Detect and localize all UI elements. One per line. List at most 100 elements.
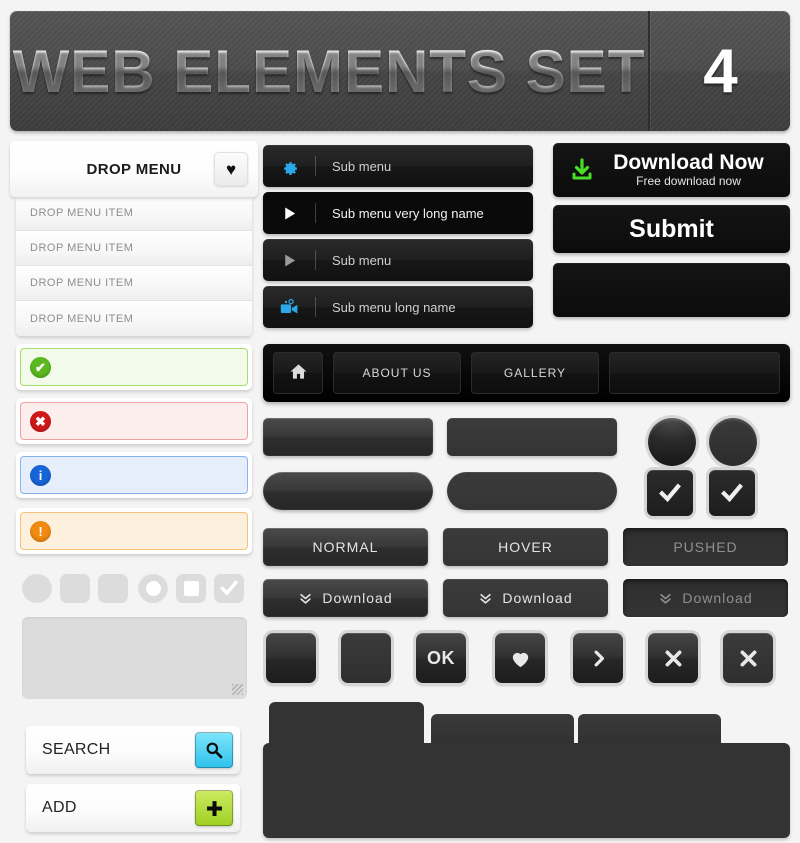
alert-error-body: ✖ — [20, 402, 248, 440]
form-control-radio-unchecked[interactable] — [138, 573, 168, 603]
drop-menu-item[interactable]: DROP MENU ITEM — [16, 301, 252, 336]
download-button-pushed-label: Download — [682, 590, 753, 606]
sub-menu-label: Sub menu very long name — [332, 205, 484, 221]
drop-menu-item[interactable]: DROP MENU ITEM — [16, 266, 252, 301]
drop-menu-list: DROP MENU ITEM DROP MENU ITEM DROP MENU IT… — [16, 196, 252, 336]
round-button-glossy[interactable] — [648, 418, 696, 466]
drop-menu-item-label: DROP MENU ITEM — [30, 242, 134, 254]
empty-button-rect-small[interactable] — [263, 418, 433, 456]
checkmark-icon — [219, 580, 239, 596]
heart-icon — [512, 652, 528, 667]
nav-item-empty[interactable] — [609, 352, 780, 394]
sub-menu-item[interactable]: Sub menu — [263, 145, 533, 187]
form-control-checkbox-checked[interactable] — [214, 573, 244, 603]
add-field[interactable]: ADD — [26, 784, 240, 832]
submit-button-label: Submit — [629, 214, 714, 243]
alert-icon-glyph: ! — [38, 523, 43, 539]
search-field-label: SEARCH — [42, 741, 111, 758]
download-subtitle: Free download now — [636, 174, 741, 189]
empty-button-rect-large[interactable] — [447, 418, 617, 456]
ok-label: OK — [427, 647, 455, 668]
download-now-button[interactable]: Download Now Free download now — [553, 143, 790, 197]
resize-handle-icon[interactable] — [232, 684, 243, 695]
state-button-normal[interactable]: NORMAL — [263, 528, 428, 566]
alert-info-body: i — [20, 456, 248, 494]
submit-button[interactable]: Submit — [553, 205, 790, 253]
x-circle-icon: ✖ — [30, 410, 51, 432]
set-number-badge: 4 — [703, 36, 738, 106]
check-button-1[interactable] — [647, 470, 693, 516]
empty-button-pill-large[interactable] — [447, 472, 617, 510]
alert-success: ✔ — [16, 344, 252, 390]
alert-info: i — [16, 452, 252, 498]
header-banner: WEB ELEMENTS SET 4 — [10, 11, 790, 131]
nav-item-about-us[interactable]: ABOUT US — [333, 352, 461, 394]
tab-item-1[interactable] — [269, 702, 424, 746]
alert-icon-glyph: ✔ — [35, 359, 46, 375]
sub-menu-item[interactable]: Sub menu very long name — [263, 192, 533, 234]
heart-icon: ♥ — [225, 159, 237, 179]
icon-button-close-x-icon[interactable] — [723, 633, 773, 683]
form-control-rounded-square-2[interactable] — [98, 573, 128, 603]
checkmark-icon — [721, 483, 743, 503]
video-camera-icon — [263, 298, 315, 317]
alert-icon-glyph: i — [38, 467, 43, 483]
icon-button-blank-icon[interactable] — [341, 633, 391, 683]
form-control-checkbox-unchecked[interactable] — [176, 573, 206, 603]
search-field[interactable]: SEARCH — [26, 726, 240, 774]
download-button-hover[interactable]: Download — [443, 579, 608, 617]
drop-menu-item[interactable]: DROP MENU ITEM — [16, 231, 252, 266]
add-field-label: ADD — [42, 799, 77, 816]
nav-item-home[interactable] — [273, 352, 323, 394]
plus-icon — [206, 800, 222, 816]
icon-button-heart-icon[interactable] — [495, 633, 545, 683]
download-button-pushed[interactable]: Download — [623, 579, 788, 617]
empty-button-pill-small[interactable] — [263, 472, 433, 510]
download-button-normal[interactable]: Download — [263, 579, 428, 617]
icon-button-blank-icon[interactable] — [266, 633, 316, 683]
state-button-pushed-label: PUSHED — [673, 539, 738, 555]
textarea-input[interactable] — [22, 617, 247, 699]
alert-warning: ! — [16, 508, 252, 554]
form-control-radio-circle[interactable] — [22, 573, 52, 603]
add-button[interactable] — [195, 790, 233, 826]
checkbox-inner-box — [183, 580, 199, 596]
icon-button-chevron-right-icon[interactable] — [573, 633, 623, 683]
state-button-hover[interactable]: HOVER — [443, 528, 608, 566]
tab-item-2[interactable] — [431, 714, 574, 746]
form-control-rounded-square-1[interactable] — [60, 573, 90, 603]
nav-item-gallery-label: GALLERY — [503, 366, 567, 380]
round-button-matte[interactable] — [709, 418, 757, 466]
drop-menu-item[interactable]: DROP MENU ITEM — [16, 196, 252, 231]
state-button-pushed[interactable]: PUSHED — [623, 528, 788, 566]
download-title: Download Now — [613, 150, 764, 174]
icon-button-ok-text-icon[interactable]: OK — [416, 633, 466, 683]
sub-menu-label: Sub menu — [332, 252, 392, 268]
sub-menu-label: Sub menu long name — [332, 299, 456, 315]
sub-menu-item[interactable]: Sub menu long name — [263, 286, 533, 328]
chevron-right-icon — [594, 650, 604, 666]
close-x-icon — [665, 650, 681, 666]
sub-menu-label: Sub menu — [332, 158, 392, 174]
tab-panel — [263, 700, 790, 838]
search-button[interactable] — [195, 732, 233, 768]
icon-button-close-x-icon[interactable] — [648, 633, 698, 683]
nav-item-gallery[interactable]: GALLERY — [471, 352, 599, 394]
checkmark-icon — [659, 483, 681, 503]
search-icon — [206, 742, 223, 759]
drop-menu-toggle-button[interactable]: ♥ — [214, 152, 248, 186]
drop-menu-header[interactable]: DROP MENU ♥ — [10, 141, 258, 197]
download-button-normal-label: Download — [322, 590, 393, 606]
double-chevron-down-icon — [480, 593, 492, 604]
check-circle-icon: ✔ — [30, 356, 51, 378]
tab-item-3[interactable] — [578, 714, 721, 746]
nav-item-about-us-label: ABOUT US — [362, 366, 432, 380]
check-button-2[interactable] — [709, 470, 755, 516]
ui-kit-page: WEB ELEMENTS SET 4 DROP MENU ♥ DROP MENU… — [0, 0, 800, 843]
empty-black-button[interactable] — [553, 263, 790, 317]
sub-menu-item[interactable]: Sub menu — [263, 239, 533, 281]
alert-icon-glyph: ✖ — [35, 413, 46, 429]
warning-circle-icon: ! — [30, 520, 51, 542]
download-text-block: Download Now Free download now — [607, 150, 790, 189]
double-chevron-down-icon — [300, 593, 312, 604]
